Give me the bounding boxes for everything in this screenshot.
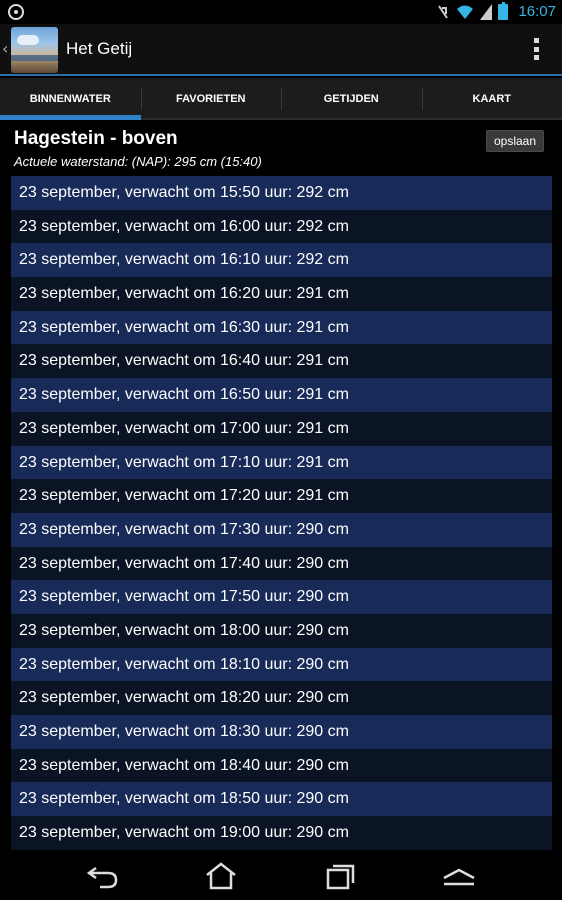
tab-bar: BINNENWATER FAVORIETEN GETIJDEN KAART xyxy=(0,78,562,120)
list-item[interactable]: 23 september, verwacht om 18:30 uur: 290… xyxy=(11,715,552,749)
recent-apps-icon[interactable] xyxy=(324,862,358,890)
list-item[interactable]: 23 september, verwacht om 18:20 uur: 290… xyxy=(11,681,552,715)
menu-icon[interactable] xyxy=(442,862,476,890)
list-item[interactable]: 23 september, verwacht om 18:10 uur: 290… xyxy=(11,647,552,682)
list-item[interactable]: 23 september, verwacht om 16:10 uur: 292… xyxy=(11,243,552,278)
app-icon[interactable] xyxy=(11,27,58,73)
list-item[interactable]: 23 september, verwacht om 16:40 uur: 291… xyxy=(11,344,552,379)
list-item[interactable]: 23 september, verwacht om 15:50 uur: 292… xyxy=(11,176,552,210)
list-item[interactable]: 23 september, verwacht om 17:10 uur: 291… xyxy=(11,445,552,480)
action-bar: ‹ Het Getij xyxy=(0,24,562,76)
status-time: 16:07 xyxy=(518,3,556,20)
list-item[interactable]: 23 september, verwacht om 18:50 uur: 290… xyxy=(11,782,552,817)
mute-icon xyxy=(438,5,448,19)
list-item[interactable]: 23 september, verwacht om 17:30 uur: 290… xyxy=(11,512,552,547)
list-item[interactable]: 23 september, verwacht om 17:50 uur: 290… xyxy=(11,580,552,614)
home-icon[interactable] xyxy=(204,862,238,890)
save-button[interactable]: opslaan xyxy=(486,130,544,152)
list-item[interactable]: 23 september, verwacht om 17:00 uur: 291… xyxy=(11,411,552,446)
list-item[interactable]: 23 september, verwacht om 16:20 uur: 291… xyxy=(11,277,552,311)
tab-binnenwater[interactable]: BINNENWATER xyxy=(0,78,141,120)
tab-kaart[interactable]: KAART xyxy=(421,78,562,118)
list-item[interactable]: 23 september, verwacht om 18:00 uur: 290… xyxy=(11,613,552,648)
list-item[interactable]: 23 september, verwacht om 17:40 uur: 290… xyxy=(11,546,552,581)
list-item[interactable]: 23 september, verwacht om 18:40 uur: 290… xyxy=(11,748,552,783)
list-item[interactable]: 23 september, verwacht om 17:20 uur: 291… xyxy=(11,479,552,513)
overflow-menu-icon[interactable] xyxy=(532,38,540,60)
sync-icon xyxy=(8,4,24,20)
navigation-bar xyxy=(0,850,562,900)
signal-icon xyxy=(480,4,492,20)
current-water-level: Actuele waterstand: (NAP): 295 cm (15:40… xyxy=(14,154,262,169)
wifi-icon xyxy=(457,5,473,19)
main-content: Hagestein - boven Actuele waterstand: (N… xyxy=(0,122,562,850)
list-item[interactable]: 23 september, verwacht om 16:30 uur: 291… xyxy=(11,310,552,345)
battery-icon xyxy=(498,2,508,20)
app-title: Het Getij xyxy=(66,39,133,58)
back-icon[interactable] xyxy=(86,862,120,890)
station-title: Hagestein - boven xyxy=(14,128,178,149)
up-caret-icon[interactable]: ‹ xyxy=(2,39,8,58)
forecast-list[interactable]: 23 september, verwacht om 15:50 uur: 292… xyxy=(11,176,552,850)
status-icons xyxy=(436,2,508,21)
tab-favorieten[interactable]: FAVORIETEN xyxy=(140,78,282,118)
list-item[interactable]: 23 september, verwacht om 16:00 uur: 292… xyxy=(11,209,552,244)
tab-getijden[interactable]: GETIJDEN xyxy=(281,78,422,118)
list-item[interactable]: 23 september, verwacht om 19:00 uur: 290… xyxy=(11,816,552,850)
list-item[interactable]: 23 september, verwacht om 16:50 uur: 291… xyxy=(11,378,552,412)
status-bar: 16:07 xyxy=(0,0,562,24)
